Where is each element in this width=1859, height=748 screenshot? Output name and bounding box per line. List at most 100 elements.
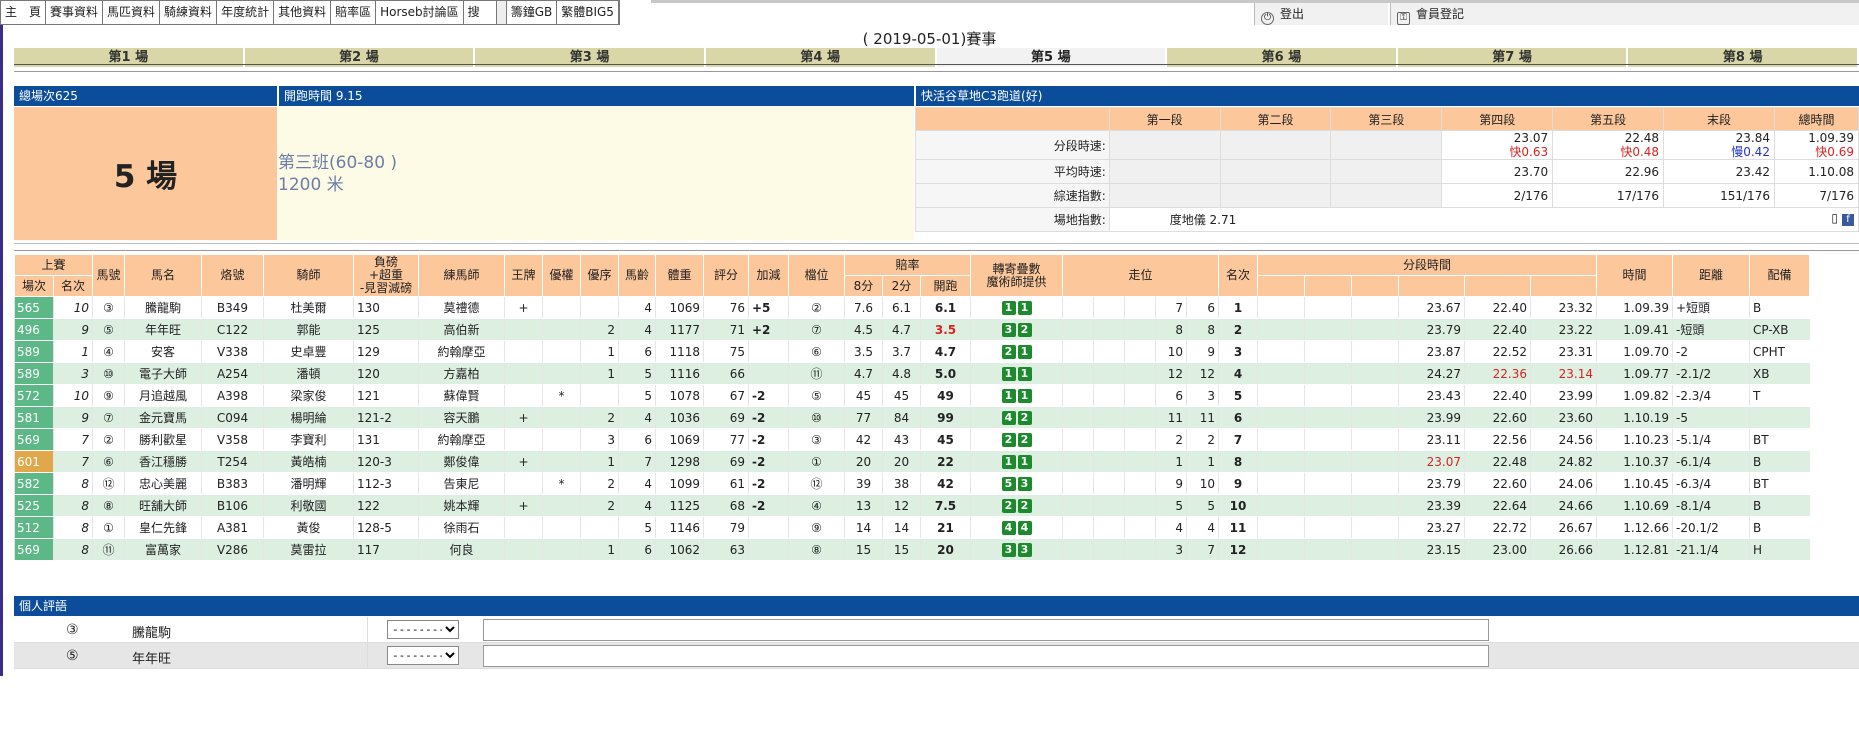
brand-no[interactable]: C122 — [201, 318, 264, 341]
horse-name[interactable]: 忠心美麗 — [124, 472, 202, 495]
nav-item-11[interactable]: 繁體BIG5 — [557, 1, 619, 24]
trainer[interactable]: 容天鵬 — [418, 406, 505, 429]
table-row[interactable]: 589 1 ④ 安客 V338 史卓豐 129 約翰摩亞 1 6 1118 75 ⑥ 3.5 3.7 4.7 2… — [14, 340, 1810, 363]
horse-name[interactable]: 旺舖大師 — [124, 494, 202, 517]
jockey[interactable]: 李寶利 — [263, 428, 354, 451]
sectional-header: 總時間 — [1773, 107, 1859, 131]
nav-item-2[interactable]: 馬匹資料 — [103, 1, 161, 24]
brand-no[interactable]: B383 — [201, 472, 264, 495]
brand-no[interactable]: A254 — [201, 362, 264, 385]
nav-item-10[interactable]: 籌鐘GB — [507, 1, 558, 24]
brand-no[interactable]: B349 — [201, 296, 264, 319]
odds-8min: 14 — [844, 516, 883, 539]
logout-link[interactable]: ⏻ 登出 — [1254, 3, 1388, 25]
horse-name[interactable]: 富萬家 — [124, 538, 202, 561]
top-navigation: 主 頁賽事資料 馬匹資料 騎練資料 年度統計 其他資料 賠率區 Horseb討論區搜 籌鐘G… — [0, 0, 620, 25]
last-race-no[interactable]: 565 — [14, 296, 54, 319]
trainer[interactable]: 方嘉柏 — [418, 362, 505, 385]
last-race-no[interactable]: 569 — [14, 428, 54, 451]
table-row[interactable]: 569 7 ② 勝利歡星 V358 李寶利 131 約翰摩亞 3 6 1069 77 -2 ③ 42 43 45… — [14, 428, 1810, 451]
placing: 8 — [1218, 450, 1258, 473]
horse-name[interactable]: 安客 — [124, 340, 202, 363]
table-row[interactable]: 589 3 ⑩ 電子大師 A254 潘頓 120 方嘉柏 1 5 1116 66 ⑪ 4.7 4.8 5.0 1… — [14, 362, 1810, 385]
trainer[interactable]: 約翰摩亞 — [418, 428, 505, 451]
brand-no[interactable]: V286 — [201, 538, 264, 561]
horse-name[interactable]: 年年旺 — [124, 318, 202, 341]
horse-name[interactable]: 皇仁先鋒 — [124, 516, 202, 539]
last-race-no[interactable]: 601 — [14, 450, 54, 473]
table-row[interactable]: 565 10 ③ 騰龍駒 B349 杜美爾 130 莫禮德 +4 1069 76 +5 ② 7.6 6.1 6… — [14, 296, 1810, 319]
comment-rating-select[interactable]: -------- — [387, 620, 459, 639]
member-login-link[interactable]: ⚿ 會員登記 — [1390, 3, 1859, 25]
nav-item-0[interactable]: 主 頁 — [1, 1, 47, 24]
horse-name[interactable]: 電子大師 — [124, 362, 202, 385]
trainer[interactable]: 莫禮德 — [418, 296, 505, 319]
horse-name[interactable]: 金元寶馬 — [124, 406, 202, 429]
table-row[interactable]: 601 7 ⑥ 香江穩勝 T254 黃皓楠 120-3 鄭俊偉 +1 7 1298 69 -2 ① 20 20… — [14, 450, 1810, 473]
table-row[interactable]: 582 8 ⑫ 忠心美麗 B383 潘明輝 112-3 告東尼 * 2 4 1099 61 -2 ⑫ 39 38… — [14, 472, 1810, 495]
jockey[interactable]: 黃俊 — [263, 516, 354, 539]
odds-open: 42 — [920, 472, 971, 495]
table-row[interactable]: 569 8 ⑪ 富萬家 V286 莫雷拉 117 何良 1 6 1062 63 ⑧ 15 15 20 3 3 3 7 1… — [14, 538, 1810, 561]
nav-item-6[interactable]: 賠率區 — [331, 1, 377, 24]
jockey[interactable]: 史卓豐 — [263, 340, 354, 363]
table-row[interactable]: 525 8 ⑧ 旺舖大師 B106 利敬國 122 姚本輝 +2 4 1125 68 -2 ④ 13 12 7.… — [14, 494, 1810, 517]
mobile-icon[interactable]: ▯ — [1831, 211, 1838, 225]
table-row[interactable]: 512 8 ① 皇仁先鋒 A381 黃俊 128-5 徐雨石 5 1146 79 ⑨ 14 14 21 4 4 4… — [14, 516, 1810, 539]
nav-item-3[interactable]: 騎練資料 — [160, 1, 218, 24]
trainer[interactable]: 鄭俊偉 — [418, 450, 505, 473]
jockey[interactable]: 黃皓楠 — [263, 450, 354, 473]
trainer[interactable]: 蘇偉賢 — [418, 384, 505, 407]
trainer[interactable]: 何良 — [418, 538, 505, 561]
last-race-no[interactable]: 525 — [14, 494, 54, 517]
draw: ⑧ — [788, 538, 845, 561]
last-race-no[interactable]: 512 — [14, 516, 54, 539]
jockey[interactable]: 利敬國 — [263, 494, 354, 517]
last-race-no[interactable]: 589 — [14, 362, 54, 385]
horse-name[interactable]: 月追越風 — [124, 384, 202, 407]
comment-input[interactable] — [483, 645, 1489, 667]
last-race-no[interactable]: 569 — [14, 538, 54, 561]
last-race-no[interactable]: 581 — [14, 406, 54, 429]
last-race-no[interactable]: 589 — [14, 340, 54, 363]
nav-item-7[interactable]: Horseb討論區 — [376, 1, 464, 24]
brand-no[interactable]: C094 — [201, 406, 264, 429]
comment-rating-select[interactable]: -------- — [387, 646, 459, 665]
draw: ⑫ — [788, 472, 845, 495]
brand-no[interactable]: A398 — [201, 384, 264, 407]
nav-item-4[interactable]: 年度統計 — [217, 1, 275, 24]
brand-no[interactable]: T254 — [201, 450, 264, 473]
nav-item-1[interactable]: 賽事資料 — [46, 1, 104, 24]
facebook-icon[interactable]: f — [1842, 214, 1854, 226]
jockey[interactable]: 郭能 — [263, 318, 354, 341]
horse-name[interactable]: 勝利歡星 — [124, 428, 202, 451]
horse-name[interactable]: 香江穩勝 — [124, 450, 202, 473]
brand-no[interactable]: B106 — [201, 494, 264, 517]
jockey[interactable]: 梁家俊 — [263, 384, 354, 407]
table-row[interactable]: 496 9 ⑤ 年年旺 C122 郭能 125 高伯新 2 4 1177 71 +2 ⑦ 4.5 4.7 3.5… — [14, 318, 1810, 341]
table-row[interactable]: 581 9 ⑦ 金元寶馬 C094 楊明綸 121-2 容天鵬 +2 4 1036 69 -2 ⑩ 77 84… — [14, 406, 1810, 429]
jockey[interactable]: 杜美爾 — [263, 296, 354, 319]
brand-no[interactable]: V358 — [201, 428, 264, 451]
comment-input[interactable] — [483, 619, 1489, 641]
trainer[interactable]: 徐雨石 — [418, 516, 505, 539]
jockey[interactable]: 潘頓 — [263, 362, 354, 385]
last-race-no[interactable]: 582 — [14, 472, 54, 495]
trainer[interactable]: 約翰摩亞 — [418, 340, 505, 363]
last-race-no[interactable]: 572 — [14, 384, 54, 407]
table-row[interactable]: 572 10 ⑨ 月追越風 A398 梁家俊 121 蘇偉賢 * 5 1078 67 -2 ⑤ 45 45 49… — [14, 384, 1810, 407]
sectional-time: 23.99 — [1530, 384, 1597, 407]
share-icons[interactable]: ▯ f — [1831, 211, 1858, 226]
last-race-no[interactable]: 496 — [14, 318, 54, 341]
trainer[interactable]: 告東尼 — [418, 472, 505, 495]
trainer[interactable]: 高伯新 — [418, 318, 505, 341]
jockey[interactable]: 楊明綸 — [263, 406, 354, 429]
jockey[interactable]: 莫雷拉 — [263, 538, 354, 561]
trainer[interactable]: 姚本輝 — [418, 494, 505, 517]
nav-item-8[interactable]: 搜 — [464, 1, 497, 24]
jockey[interactable]: 潘明輝 — [263, 472, 354, 495]
brand-no[interactable]: A381 — [201, 516, 264, 539]
nav-item-5[interactable]: 其他資料 — [274, 1, 332, 24]
horse-name[interactable]: 騰龍駒 — [124, 296, 202, 319]
brand-no[interactable]: V338 — [201, 340, 264, 363]
